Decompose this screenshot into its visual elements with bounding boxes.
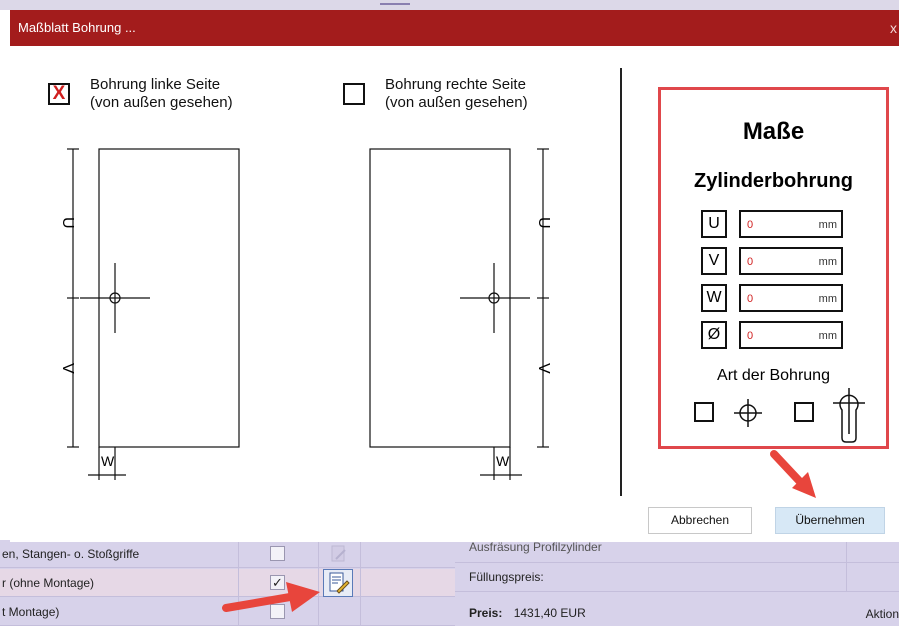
price-label: Preis: (469, 606, 503, 620)
dimension-input-w[interactable]: 0 mm (739, 284, 843, 312)
price-row: Preis: 1431,40 EUR (455, 600, 899, 626)
background-app-header (0, 0, 899, 10)
vertical-divider (620, 68, 622, 496)
header-accent-line (380, 3, 410, 5)
column-divider (360, 540, 361, 626)
dimension-value: 0 (747, 256, 754, 268)
dimension-unit: mm (818, 330, 837, 342)
list-item[interactable]: en, Stangen- o. Stoßgriffe (0, 540, 455, 568)
left-door-diagram (67, 148, 240, 480)
round-bore-checkbox[interactable] (694, 402, 714, 422)
right-u-label: U (535, 217, 552, 229)
right-door-diagram (369, 148, 549, 480)
dimension-label-u: U (701, 210, 727, 238)
profile-cylinder-icon (833, 388, 865, 443)
dimension-label-w: W (701, 284, 727, 312)
round-bore-icon (734, 399, 762, 427)
dimension-row-u: U 0 mm (701, 210, 851, 238)
action-label[interactable]: Aktion (866, 607, 899, 621)
column-divider (846, 540, 847, 592)
profile-cylinder-checkbox[interactable] (794, 402, 814, 422)
dimension-row-v: V 0 mm (701, 247, 851, 275)
list-item-label: r (ohne Montage) (2, 576, 95, 590)
list-item-label: t Montage) (2, 605, 60, 619)
cylinder-bore-subtitle: Zylinderbohrung (694, 170, 853, 192)
edit-arrow-icon (222, 582, 320, 612)
apply-button[interactable]: Übernehmen (775, 507, 885, 534)
dimensions-panel: Maße Zylinderbohrung U 0 mm V 0 mm W 0 m… (658, 87, 889, 449)
detail-row: Ausfräsung Profilzylinder (469, 540, 602, 554)
dimension-input-diameter[interactable]: 0 mm (739, 321, 843, 349)
list-item-label: en, Stangen- o. Stoßgriffe (2, 547, 140, 561)
dimension-unit: mm (818, 219, 837, 231)
door-diagrams: U V W U V W (59, 148, 552, 480)
dimension-label-v: V (701, 247, 727, 275)
row-checkbox[interactable] (270, 546, 285, 561)
price-value: 1431,40 EUR (513, 606, 586, 620)
edit-icon[interactable] (330, 544, 348, 564)
drilling-dimensions-dialog: Maßblatt Bohrung ... x X Bohrung linke S… (10, 10, 899, 542)
left-u-label: U (59, 217, 76, 229)
background-detail-panel: Ausfräsung Profilzylinder Füllungspreis:… (455, 540, 899, 626)
right-w-label: W (496, 453, 510, 469)
left-v-label: V (59, 363, 76, 374)
dimension-input-v[interactable]: 0 mm (739, 247, 843, 275)
dimension-label-diameter: Ø (701, 321, 727, 349)
detail-row: Füllungspreis: (455, 562, 899, 592)
dimension-input-u[interactable]: 0 mm (739, 210, 843, 238)
cancel-button[interactable]: Abbrechen (648, 507, 752, 534)
dimension-row-diameter: Ø 0 mm (701, 321, 851, 349)
dimension-unit: mm (818, 256, 837, 268)
dimension-value: 0 (747, 293, 754, 305)
left-w-label: W (101, 453, 115, 469)
dimension-value: 0 (747, 330, 754, 342)
close-icon[interactable]: x (890, 10, 897, 46)
apply-arrow-icon (770, 450, 816, 498)
dimensions-title: Maße (742, 118, 805, 145)
bore-type-label: Art der Bohrung (717, 367, 830, 384)
dimension-row-w: W 0 mm (701, 284, 851, 312)
dimension-value: 0 (747, 219, 754, 231)
right-v-label: V (535, 363, 552, 374)
dimension-unit: mm (818, 293, 837, 305)
